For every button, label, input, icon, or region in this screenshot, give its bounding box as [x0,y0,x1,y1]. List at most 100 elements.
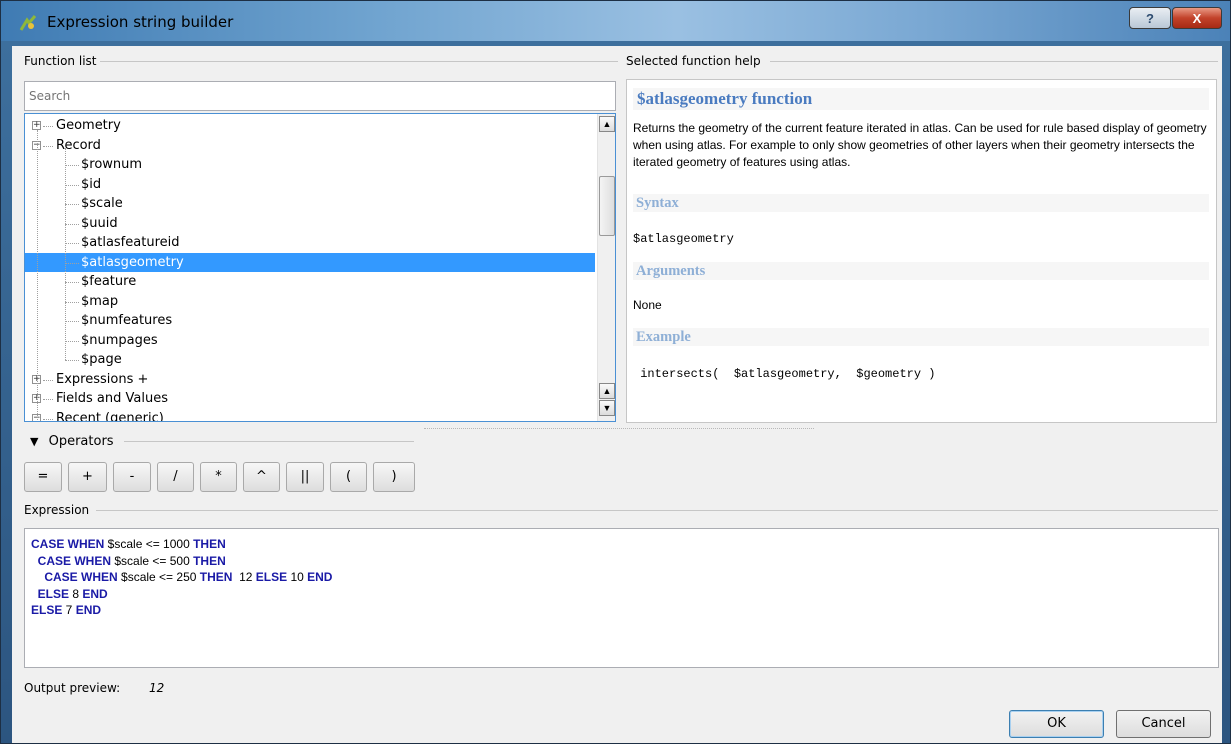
tree-item[interactable]: − Recent (generic) [25,409,595,421]
tree-connector [65,223,79,225]
expression-keyword: END [82,586,108,601]
expression-editor[interactable]: CASE WHEN $scale <= 1000 THEN CASE WHEN … [24,528,1219,668]
syntax-text: $atlasgeometry [633,232,734,246]
operator-button[interactable]: ( [330,462,367,492]
scroll-thumb[interactable] [599,176,615,236]
operator-button[interactable]: + [68,462,107,492]
expression-keyword: THEN [199,570,233,584]
help-divider [770,61,1218,62]
tree-item[interactable]: $uuid [25,214,595,234]
tree-item-label: $numfeatures [81,313,173,328]
arguments-text: None [633,298,662,312]
close-icon: X [1192,10,1202,26]
tree-item[interactable]: $numpages [25,331,595,351]
tree-item-label: $rownum [81,157,143,172]
tree-connector [65,282,79,283]
tree-item[interactable]: $feature [25,272,595,292]
tree-connector [65,204,79,205]
tree-item-label: $feature [81,274,137,289]
operators-label: Operators [48,434,114,449]
question-icon: ? [1146,10,1154,26]
expression-line: ELSE 8 END [31,586,1212,603]
help-button[interactable]: ? [1129,7,1171,29]
help-title: $atlasgeometry function [633,88,1209,110]
expression-builder-window: Expression string builder ? X Function l… [0,0,1231,744]
example-text: intersects( $atlasgeometry, $geometry ) [633,367,936,381]
example-heading: Example [633,328,1209,346]
expression-text [31,570,44,584]
tree-item[interactable]: $page [25,350,595,370]
expression-divider [96,510,1218,511]
scroll-down-icon[interactable]: ▼ [599,400,615,416]
tree-item-label: $atlasfeatureid [81,235,180,250]
function-tree[interactable]: + Geometry − Record $rownum $id $scale $uuid $at… [24,113,616,422]
operator-button[interactable]: || [286,462,324,492]
tree-item-label: $numpages [81,332,158,348]
operator-button[interactable]: ^ [243,462,280,492]
tree-scrollbar[interactable]: ▲ ▲ ▼ [597,114,615,421]
expression-keyword: ELSE [255,570,288,584]
help-description: Returns the geometry of the current feat… [633,121,1207,169]
panel-splitter[interactable] [424,428,814,429]
tree-connector [43,418,53,420]
tree-item-label: Fields and Values [56,391,168,406]
scroll-up-icon[interactable]: ▲ [599,383,615,399]
tree-item[interactable]: $scale [25,194,595,214]
expression-text: 7 [62,603,76,617]
tree-item-label: $uuid [81,215,118,231]
tree-item[interactable]: + Expressions + [25,370,595,390]
tree-item-label: Record [56,137,101,153]
tree-connector [65,301,79,303]
tree-item-label: $scale [81,196,123,211]
tree-item-label: Expressions + [56,371,149,387]
expression-line: CASE WHEN $scale <= 250 THEN 12 ELSE 10 … [31,569,1212,586]
expression-keyword: CASE WHEN [31,537,105,551]
tree-item-label: $page [81,352,122,367]
arguments-heading: Arguments [633,262,1209,280]
operator-button[interactable]: * [200,462,237,492]
title-bar[interactable]: Expression string builder ? X [1,1,1230,41]
tree-connector [65,165,79,166]
tree-item[interactable]: $id [25,175,595,195]
tree-connector [43,145,53,147]
expression-line: CASE WHEN $scale <= 500 THEN [31,553,1212,570]
tree-item-label: $atlasgeometry [81,254,184,270]
expression-line: ELSE 7 END [31,602,1212,619]
function-help-panel: $atlasgeometry function Returns the geom… [626,79,1217,423]
expression-text: 12 [232,570,256,584]
operator-button[interactable]: ) [373,462,415,492]
operators-divider [124,441,414,442]
window-title: Expression string builder [47,13,234,31]
expression-keyword: ELSE [31,603,63,617]
tree-item[interactable]: $atlasfeatureid [25,233,595,253]
operator-button[interactable]: - [113,462,151,492]
operator-button[interactable]: / [157,462,194,492]
close-button[interactable]: X [1172,7,1222,29]
scroll-up-icon[interactable]: ▲ [599,116,615,132]
tree-connector [43,399,53,400]
tree-item[interactable]: + Geometry [25,116,595,136]
tree-item[interactable]: $atlasgeometry [25,252,595,272]
tree-item[interactable]: $map [25,292,595,312]
tree-connector [43,379,53,381]
expression-text: 10 [287,570,308,584]
function-list-divider [98,61,618,62]
tree-item[interactable]: $rownum [25,155,595,175]
tree-item-label: Geometry [56,118,121,133]
tree-connector [65,148,66,360]
tree-item-label: $id [81,176,102,192]
tree-item[interactable]: + Fields and Values [25,389,595,409]
expression-label: Expression [24,503,94,517]
expand-icon[interactable]: + [32,121,41,130]
tree-item[interactable]: − Record [25,136,595,156]
search-input[interactable] [24,81,616,111]
expression-keyword: CASE WHEN [44,570,118,584]
tree-connector [65,243,79,244]
operators-toggle[interactable]: ▼ Operators [30,434,114,449]
help-label: Selected function help [626,54,765,68]
cancel-button[interactable]: Cancel [1116,710,1211,738]
qgis-logo-icon [19,15,37,31]
operator-button[interactable]: = [24,462,62,492]
ok-button[interactable]: OK [1009,710,1104,738]
tree-item[interactable]: $numfeatures [25,311,595,331]
